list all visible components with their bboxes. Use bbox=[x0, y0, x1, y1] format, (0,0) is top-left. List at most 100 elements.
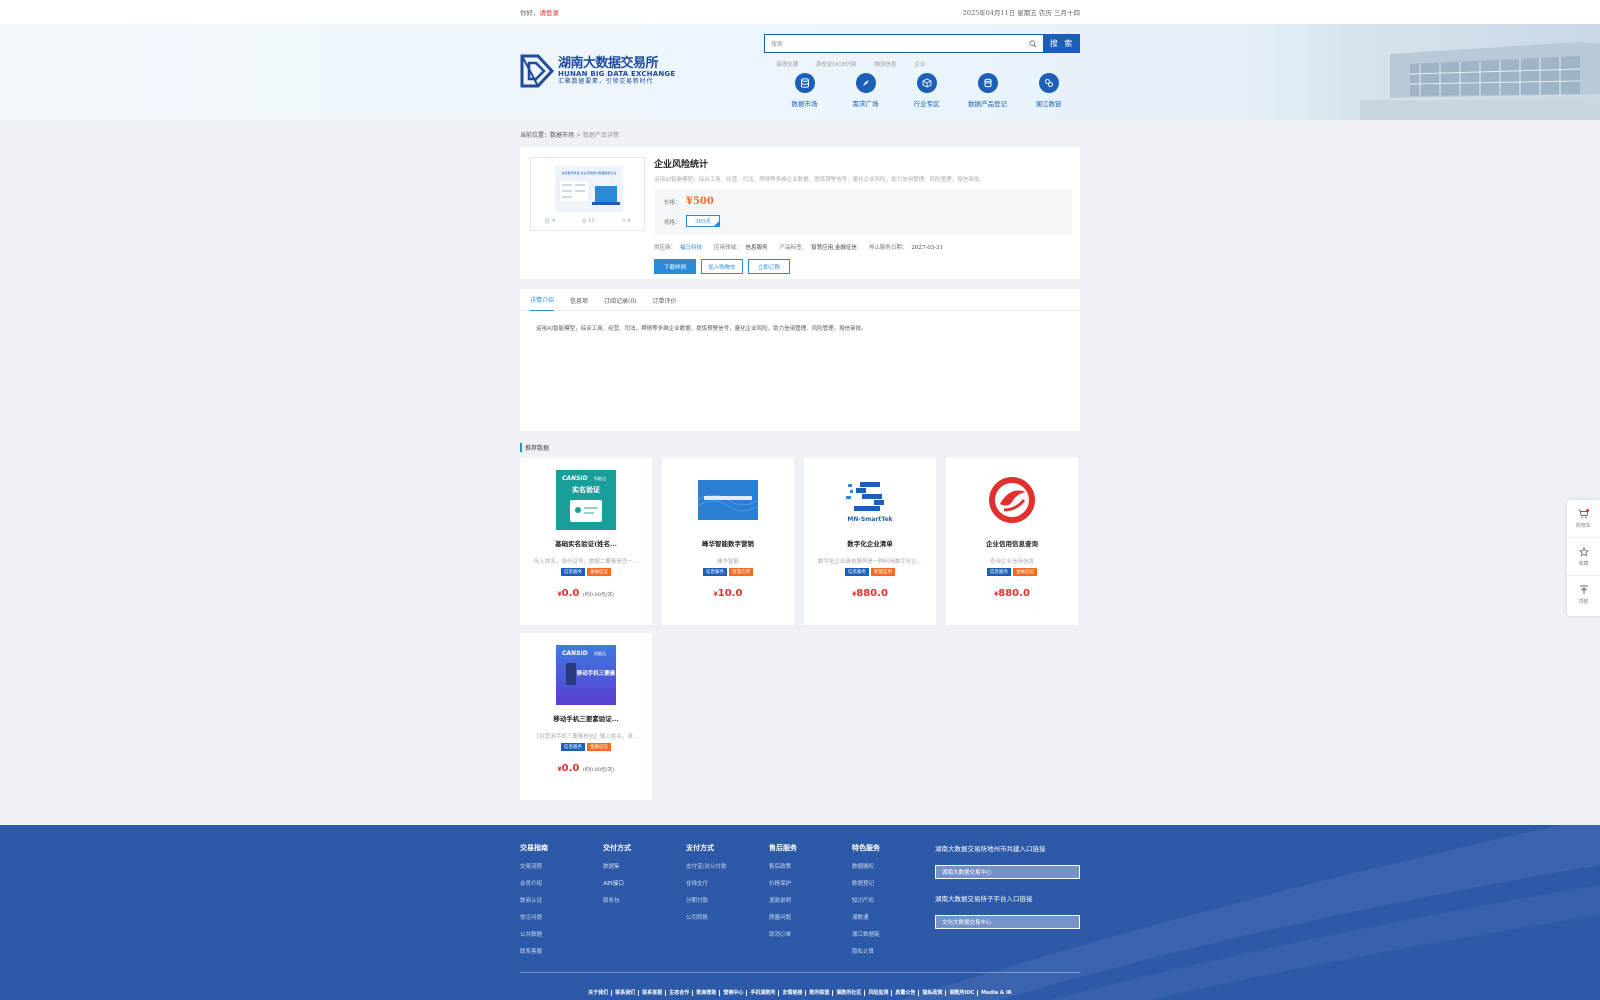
bottom-link[interactable]: 联系我们 bbox=[612, 990, 640, 996]
card-tags: 信息服务 金融征信 bbox=[520, 743, 652, 751]
recommend-card[interactable]: 企业信用信息查询 查询企业信用信息 信息服务 金融征信 ¥880.0 bbox=[946, 458, 1078, 625]
nav-item-industry-zone[interactable]: 行业专区 bbox=[896, 73, 957, 108]
product-image[interactable]: 某某数智科技 企业风险统计数据服务平台 bbox=[555, 166, 623, 212]
recommend-card[interactable]: MN-SmartTek 数字化企业清单 数字化企业清单服务是一种利用数字化企..… bbox=[804, 458, 936, 625]
tab-order-reviews[interactable]: 订单评价 bbox=[653, 289, 677, 311]
bottom-link[interactable]: 湘数所IDC bbox=[946, 990, 979, 996]
price-box: 价格： ¥500 规格： 365天 bbox=[654, 189, 1072, 235]
hot-search-item[interactable]: 企业 bbox=[914, 60, 925, 68]
footer-link[interactable]: 公共数据 bbox=[520, 930, 603, 938]
footer-link[interactable]: 售后政策 bbox=[769, 862, 852, 870]
bottom-link[interactable]: 生态合作 bbox=[666, 990, 694, 996]
bottom-link[interactable]: 关于我们 bbox=[585, 990, 613, 996]
bottom-link[interactable]: 风险监测 bbox=[865, 990, 893, 996]
logo-chinese: 湖南大数据交易所 bbox=[558, 55, 659, 71]
greeting-text: 你好， bbox=[520, 9, 540, 17]
hot-search-item[interactable]: 身份证OCR识别 bbox=[816, 60, 856, 68]
footer-col-title: 售后服务 bbox=[769, 843, 797, 852]
recommend-card[interactable]: 峰华智能数字营销 峰华智能 信息服务 智慧应用 ¥10.0 bbox=[662, 458, 794, 625]
nav-item-data-market[interactable]: 数据市场 bbox=[774, 73, 835, 108]
add-to-cart-button[interactable]: 加入购物车 bbox=[701, 259, 743, 274]
tab-info-items[interactable]: 信息项 bbox=[570, 289, 588, 311]
footer-link[interactable]: 交易流程 bbox=[520, 862, 603, 870]
card-price: ¥880.0 bbox=[994, 588, 1030, 599]
footer: 交易指南 交易流程 会员介绍 数商认证 常见问题 公共数据 联系客服 交付方式 … bbox=[0, 825, 1600, 1000]
footer-link[interactable]: 湘数通 bbox=[852, 913, 935, 921]
footer-link[interactable]: 退款说明 bbox=[769, 896, 852, 904]
bottom-link[interactable]: 湘数所社区 bbox=[833, 990, 866, 996]
footer-link[interactable]: 支付宝/对公付款 bbox=[686, 862, 769, 870]
compass-icon bbox=[855, 73, 876, 93]
supplier-link[interactable]: 福马科技 bbox=[680, 245, 702, 251]
bottom-link[interactable]: 联系客服 bbox=[639, 990, 667, 996]
end-date-field: 停止服务日期： 2027-03-31 bbox=[868, 245, 944, 251]
hot-search-item[interactable]: 港湾交通 bbox=[776, 60, 798, 68]
nav-item-demand-plaza[interactable]: 需求广场 bbox=[835, 73, 896, 108]
svg-text:科能达: 科能达 bbox=[594, 475, 606, 481]
svg-text:CANSID: CANSID bbox=[562, 475, 588, 482]
card-image-credit-logo bbox=[982, 470, 1042, 530]
download-sample-button[interactable]: 下载样例 bbox=[654, 259, 696, 274]
bottom-link[interactable]: 手机湘数所 bbox=[747, 990, 780, 996]
bottom-link[interactable]: 隐私政策 bbox=[919, 990, 947, 996]
card-name: 数字化企业清单 bbox=[847, 540, 893, 548]
recommend-card[interactable]: CANSID 科能达 实名验证 基础实名验证(姓名... 传入姓名，身份证号，数… bbox=[520, 458, 652, 625]
footer-link[interactable]: 联系客服 bbox=[520, 947, 603, 955]
cart-icon bbox=[1578, 508, 1589, 518]
tags-field: 产品标签： 智慧应用,金融征信 bbox=[779, 245, 857, 251]
hot-search-links: 港湾交通 身份证OCR识别 物流信息 企业 bbox=[776, 60, 925, 68]
spec-option-selected[interactable]: 365天 bbox=[686, 215, 720, 227]
login-link[interactable]: 请登录 bbox=[540, 9, 560, 17]
footer-link[interactable]: 数据集 bbox=[603, 862, 686, 870]
breadcrumb-current: 数据产品详情 bbox=[582, 132, 619, 139]
bottom-link[interactable]: 数所联盟 bbox=[806, 990, 834, 996]
subplatform-portal-select[interactable]: 文化大数据交易中心 bbox=[935, 915, 1080, 929]
footer-link[interactable]: 湘江数据链 bbox=[852, 930, 935, 938]
bottom-link[interactable]: 友情链接 bbox=[779, 990, 807, 996]
breadcrumb-separator: > bbox=[574, 132, 583, 139]
footer-link[interactable]: 隐私计算 bbox=[852, 947, 935, 955]
footer-link[interactable]: 公司转账 bbox=[686, 913, 769, 921]
float-top-button[interactable]: 顶部 bbox=[1567, 576, 1600, 614]
float-cart-label: 购物车 bbox=[1575, 522, 1591, 529]
recommend-card[interactable]: CANSID 科能达 移动手机三要素 移动手机三要素验证... 【运营商手机三要… bbox=[520, 633, 652, 800]
footer-link[interactable]: 分期付款 bbox=[686, 896, 769, 904]
search-icon[interactable] bbox=[1029, 39, 1037, 48]
footer-link[interactable]: 取消订单 bbox=[769, 930, 852, 938]
card-name: 企业信用信息查询 bbox=[986, 540, 1038, 548]
nav-item-product-registration[interactable]: 数据产品登记 bbox=[957, 73, 1018, 108]
nav-item-xiangjiang-chain[interactable]: 湘江数链 bbox=[1018, 73, 1079, 108]
site-logo[interactable]: 湖南大数据交易所 HUNAN BIG DATA EXCHANGE 汇聚数据要素，… bbox=[520, 52, 675, 90]
float-top-label: 顶部 bbox=[1578, 599, 1589, 605]
footer-link[interactable]: 数据确权 bbox=[852, 862, 935, 870]
login-prompt: 你好，请登录 bbox=[520, 7, 559, 17]
footer-link[interactable]: 在线支付 bbox=[686, 879, 769, 887]
card-tag: 金融征信 bbox=[587, 743, 611, 751]
footer-link[interactable]: API接口 bbox=[603, 879, 686, 887]
footer-link[interactable]: 服务包 bbox=[603, 896, 686, 904]
float-favorite-button[interactable]: 收藏 bbox=[1567, 538, 1600, 576]
buy-now-button[interactable]: 立即订购 bbox=[748, 259, 790, 274]
search-button[interactable]: 搜 索 bbox=[1044, 34, 1080, 53]
tab-details[interactable]: 详情介绍 bbox=[530, 289, 555, 311]
bottom-link[interactable]: 营销中心 bbox=[720, 990, 748, 996]
footer-link[interactable]: 质量问题 bbox=[769, 913, 852, 921]
footer-link[interactable]: 价格保护 bbox=[769, 879, 852, 887]
footer-link[interactable]: 数商认证 bbox=[520, 896, 603, 904]
search-input[interactable]: 搜索 bbox=[764, 34, 1044, 53]
footer-link[interactable]: 数据登记 bbox=[852, 879, 935, 887]
footer-link[interactable]: 常见问题 bbox=[520, 913, 603, 921]
card-tag: 信息服务 bbox=[561, 743, 585, 751]
bottom-link[interactable]: 质量公告 bbox=[892, 990, 920, 996]
bottom-link[interactable]: Media & IR bbox=[978, 990, 1015, 996]
footer-link[interactable]: 会员介绍 bbox=[520, 879, 603, 887]
footer-link[interactable]: 知识产权 bbox=[852, 896, 935, 904]
product-actions: 下载样例 加入购物车 立即订购 bbox=[654, 259, 1072, 274]
bottom-link[interactable]: 数商帮助 bbox=[693, 990, 721, 996]
city-portal-select[interactable]: 湖南大数据交易中心 bbox=[935, 865, 1080, 879]
svg-text:实名验证: 实名验证 bbox=[572, 485, 600, 494]
float-cart-button[interactable]: 购物车 bbox=[1567, 500, 1600, 538]
breadcrumb-prefix[interactable]: 当前位置：数据市场 bbox=[520, 132, 574, 139]
tab-subscription-records[interactable]: 订阅记录(0) bbox=[604, 289, 637, 311]
hot-search-item[interactable]: 物流信息 bbox=[874, 60, 896, 68]
